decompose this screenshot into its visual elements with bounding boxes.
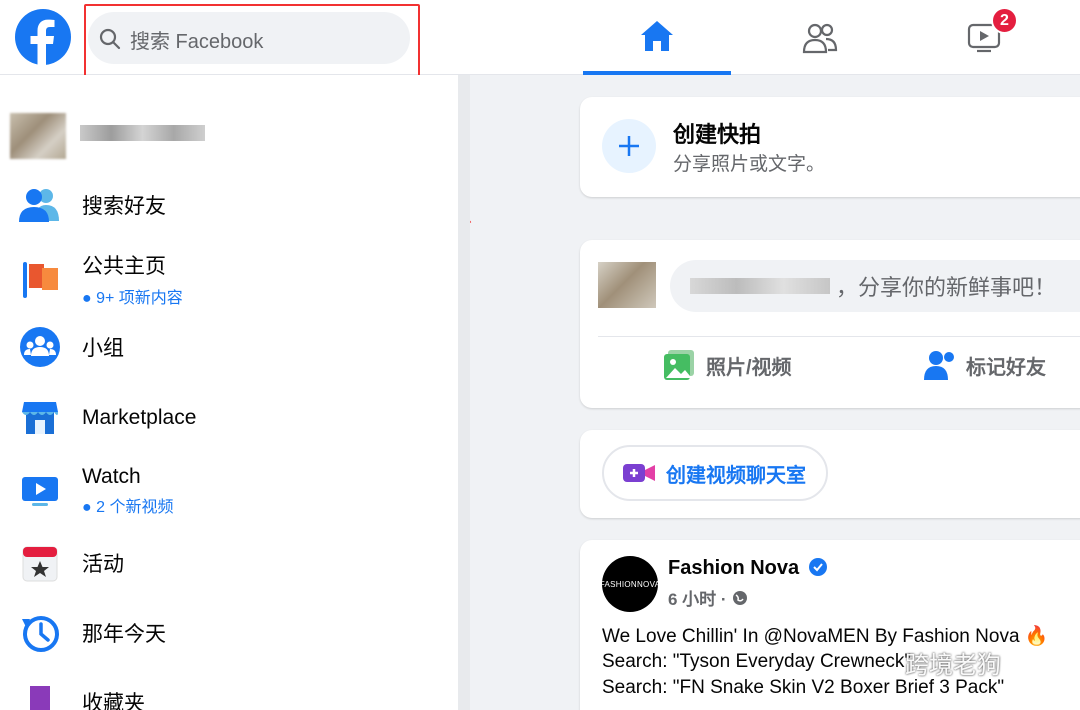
sidebar-item-watch[interactable]: Watch ● 2 个新视频: [18, 465, 173, 517]
tab-home[interactable]: [583, 0, 731, 75]
sidebar-item-label: 小组: [82, 337, 124, 360]
feed-post: FASHIONNOVA Fashion Nova 6 小时 · We Love …: [580, 540, 1080, 710]
sidebar-item-label: 搜索好友: [82, 195, 166, 218]
story-title: 创建快拍: [673, 122, 762, 147]
post-author-avatar[interactable]: FASHIONNOVA: [599, 556, 661, 612]
sidebar-item-label: 收藏夹: [82, 692, 145, 710]
composer-user-name: [690, 278, 830, 294]
left-sidebar: 搜索好友 公共主页 ● 9+ 项新内容 小组 Marketplace Watch…: [0, 75, 458, 710]
facebook-logo-icon[interactable]: [15, 9, 71, 66]
store-icon: [18, 396, 62, 440]
sidebar-item-memories[interactable]: 那年今天: [18, 611, 166, 655]
tag-friends-label: 标记好友: [966, 356, 1046, 379]
post-author-name[interactable]: Fashion Nova: [668, 557, 827, 580]
create-story-card[interactable]: 创建快拍 分享照片或文字。: [580, 97, 1080, 197]
flag-icon: [18, 257, 62, 301]
post-composer: ，分享你的新鲜事吧！ 照片/视频 标记好友: [580, 240, 1080, 408]
photo-video-label: 照片/视频: [706, 356, 792, 379]
post-timestamp[interactable]: 6 小时 ·: [668, 585, 748, 610]
divider: [598, 336, 1080, 337]
author-name-text: Fashion Nova: [668, 557, 800, 579]
notification-badge: 2: [991, 7, 1018, 34]
composer-avatar: [598, 262, 656, 308]
video-call-icon: [623, 464, 655, 482]
home-icon: [641, 20, 673, 51]
sidebar-item-sub: ● 9+ 项新内容: [82, 290, 183, 307]
watermark: 跨境老狗: [905, 652, 1001, 679]
clock-icon: [18, 611, 62, 655]
plus-icon: [602, 119, 656, 173]
sidebar-item-marketplace[interactable]: Marketplace: [18, 396, 196, 440]
sidebar-item-label: 那年今天: [82, 623, 166, 646]
post-text-line: Search: "FN Snake Skin V2 Boxer Brief 3 …: [602, 677, 1005, 698]
sidebar-item-label: Marketplace: [82, 406, 197, 429]
friends-icon: [18, 183, 62, 227]
sidebar-item-sub: ● 2 个新视频: [82, 499, 174, 516]
calendar-icon: [18, 541, 62, 585]
photo-icon: [664, 350, 694, 380]
sidebar-item-label: Watch: [82, 465, 141, 488]
sidebar-item-groups[interactable]: 小组: [18, 325, 124, 369]
tab-watch[interactable]: [910, 0, 1058, 75]
tab-friends[interactable]: [746, 0, 894, 75]
create-room-card: 创建视频聊天室: [580, 430, 1080, 518]
story-subtitle: 分享照片或文字。: [673, 154, 826, 175]
tag-friends-button[interactable]: 标记好友: [922, 348, 1046, 382]
create-room-label: 创建视频聊天室: [666, 464, 806, 487]
groups-icon: [18, 325, 62, 369]
sidebar-item-pages[interactable]: 公共主页 ● 9+ 项新内容: [18, 250, 183, 308]
avatar-logo-text: FASHIONNOVA: [599, 579, 661, 589]
friends-icon: [802, 23, 838, 53]
tv-icon: [18, 469, 62, 513]
globe-icon: [732, 590, 747, 605]
tag-friend-icon: [924, 351, 954, 380]
post-time-text: 6 小时 ·: [668, 590, 727, 609]
post-text-line: Search: "Tyson Everyday Crewneck": [602, 651, 912, 672]
profile-avatar[interactable]: [10, 113, 66, 159]
sidebar-item-label: 公共主页: [82, 255, 166, 278]
verified-icon: [808, 558, 827, 576]
bookmark-icon: [18, 680, 62, 710]
annotation-highlight-box: [84, 4, 420, 81]
sidebar-scrollbar[interactable]: [458, 75, 470, 710]
sidebar-item-events[interactable]: 活动: [18, 541, 124, 585]
sidebar-item-find-friends[interactable]: 搜索好友: [18, 183, 166, 227]
sidebar-item-saved[interactable]: 收藏夹: [18, 680, 145, 710]
photo-video-button[interactable]: 照片/视频: [662, 348, 792, 382]
profile-name[interactable]: [80, 125, 205, 141]
composer-prompt: ，分享你的新鲜事吧！: [836, 275, 1057, 300]
create-room-button[interactable]: 创建视频聊天室: [602, 445, 828, 501]
sidebar-item-label: 活动: [82, 553, 124, 576]
